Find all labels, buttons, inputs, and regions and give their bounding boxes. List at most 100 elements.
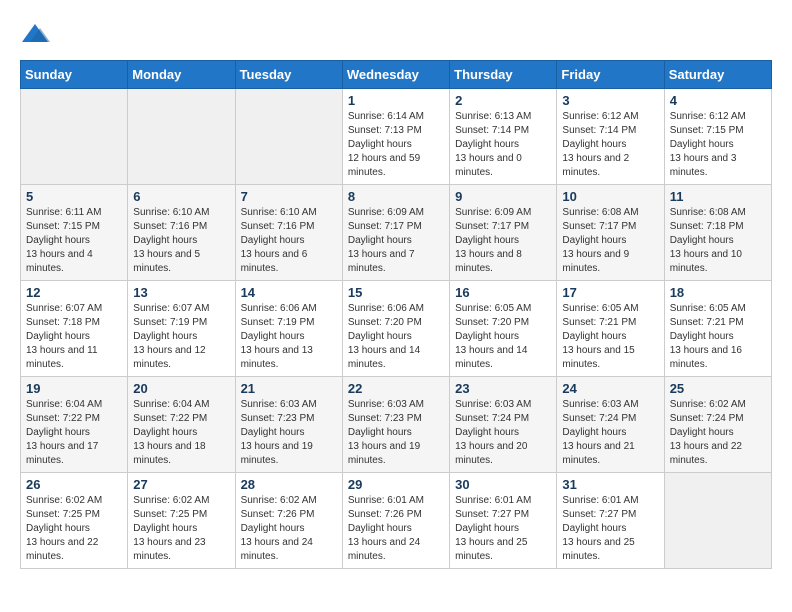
day-number: 13 [133, 285, 229, 300]
calendar-week-row: 1 Sunrise: 6:14 AMSunset: 7:13 PMDayligh… [21, 89, 772, 185]
calendar-cell: 19 Sunrise: 6:04 AMSunset: 7:22 PMDaylig… [21, 377, 128, 473]
calendar-week-row: 5 Sunrise: 6:11 AMSunset: 7:15 PMDayligh… [21, 185, 772, 281]
day-info: Sunrise: 6:08 AMSunset: 7:17 PMDaylight … [562, 207, 638, 274]
day-info: Sunrise: 6:02 AMSunset: 7:24 PMDaylight … [670, 399, 746, 466]
day-number: 17 [562, 285, 658, 300]
day-number: 8 [348, 189, 444, 204]
calendar-cell: 1 Sunrise: 6:14 AMSunset: 7:13 PMDayligh… [342, 89, 449, 185]
day-info: Sunrise: 6:05 AMSunset: 7:20 PMDaylight … [455, 303, 531, 370]
weekday-header: Friday [557, 61, 664, 89]
calendar-cell: 16 Sunrise: 6:05 AMSunset: 7:20 PMDaylig… [450, 281, 557, 377]
calendar-cell: 14 Sunrise: 6:06 AMSunset: 7:19 PMDaylig… [235, 281, 342, 377]
calendar-cell: 26 Sunrise: 6:02 AMSunset: 7:25 PMDaylig… [21, 473, 128, 569]
day-number: 18 [670, 285, 766, 300]
calendar-cell: 4 Sunrise: 6:12 AMSunset: 7:15 PMDayligh… [664, 89, 771, 185]
calendar-cell: 21 Sunrise: 6:03 AMSunset: 7:23 PMDaylig… [235, 377, 342, 473]
day-info: Sunrise: 6:07 AMSunset: 7:19 PMDaylight … [133, 303, 209, 370]
day-number: 28 [241, 477, 337, 492]
weekday-header: Wednesday [342, 61, 449, 89]
calendar-cell: 24 Sunrise: 6:03 AMSunset: 7:24 PMDaylig… [557, 377, 664, 473]
calendar-cell: 6 Sunrise: 6:10 AMSunset: 7:16 PMDayligh… [128, 185, 235, 281]
day-number: 9 [455, 189, 551, 204]
weekday-header: Tuesday [235, 61, 342, 89]
day-number: 1 [348, 93, 444, 108]
calendar-cell: 7 Sunrise: 6:10 AMSunset: 7:16 PMDayligh… [235, 185, 342, 281]
calendar-cell: 9 Sunrise: 6:09 AMSunset: 7:17 PMDayligh… [450, 185, 557, 281]
calendar-cell: 23 Sunrise: 6:03 AMSunset: 7:24 PMDaylig… [450, 377, 557, 473]
day-info: Sunrise: 6:06 AMSunset: 7:20 PMDaylight … [348, 303, 424, 370]
day-info: Sunrise: 6:03 AMSunset: 7:24 PMDaylight … [455, 399, 531, 466]
day-info: Sunrise: 6:09 AMSunset: 7:17 PMDaylight … [348, 207, 424, 274]
day-info: Sunrise: 6:03 AMSunset: 7:23 PMDaylight … [241, 399, 317, 466]
day-info: Sunrise: 6:02 AMSunset: 7:25 PMDaylight … [26, 495, 102, 562]
calendar-cell: 11 Sunrise: 6:08 AMSunset: 7:18 PMDaylig… [664, 185, 771, 281]
day-info: Sunrise: 6:10 AMSunset: 7:16 PMDaylight … [133, 207, 209, 274]
day-info: Sunrise: 6:04 AMSunset: 7:22 PMDaylight … [26, 399, 102, 466]
day-number: 20 [133, 381, 229, 396]
calendar-cell: 2 Sunrise: 6:13 AMSunset: 7:14 PMDayligh… [450, 89, 557, 185]
day-number: 26 [26, 477, 122, 492]
day-info: Sunrise: 6:03 AMSunset: 7:23 PMDaylight … [348, 399, 424, 466]
calendar-cell: 18 Sunrise: 6:05 AMSunset: 7:21 PMDaylig… [664, 281, 771, 377]
day-number: 5 [26, 189, 122, 204]
day-number: 2 [455, 93, 551, 108]
calendar-week-row: 12 Sunrise: 6:07 AMSunset: 7:18 PMDaylig… [21, 281, 772, 377]
calendar-week-row: 26 Sunrise: 6:02 AMSunset: 7:25 PMDaylig… [21, 473, 772, 569]
day-info: Sunrise: 6:06 AMSunset: 7:19 PMDaylight … [241, 303, 317, 370]
calendar-cell: 20 Sunrise: 6:04 AMSunset: 7:22 PMDaylig… [128, 377, 235, 473]
calendar-cell: 22 Sunrise: 6:03 AMSunset: 7:23 PMDaylig… [342, 377, 449, 473]
page-header [20, 20, 772, 50]
weekday-header: Sunday [21, 61, 128, 89]
day-number: 27 [133, 477, 229, 492]
weekday-header: Monday [128, 61, 235, 89]
day-info: Sunrise: 6:09 AMSunset: 7:17 PMDaylight … [455, 207, 531, 274]
calendar-week-row: 19 Sunrise: 6:04 AMSunset: 7:22 PMDaylig… [21, 377, 772, 473]
day-info: Sunrise: 6:01 AMSunset: 7:26 PMDaylight … [348, 495, 424, 562]
day-number: 16 [455, 285, 551, 300]
calendar-cell: 30 Sunrise: 6:01 AMSunset: 7:27 PMDaylig… [450, 473, 557, 569]
day-number: 15 [348, 285, 444, 300]
day-number: 10 [562, 189, 658, 204]
calendar-cell: 31 Sunrise: 6:01 AMSunset: 7:27 PMDaylig… [557, 473, 664, 569]
day-info: Sunrise: 6:03 AMSunset: 7:24 PMDaylight … [562, 399, 638, 466]
day-number: 24 [562, 381, 658, 396]
calendar-table: SundayMondayTuesdayWednesdayThursdayFrid… [20, 60, 772, 569]
logo-icon [20, 20, 50, 50]
day-number: 23 [455, 381, 551, 396]
day-number: 3 [562, 93, 658, 108]
day-number: 6 [133, 189, 229, 204]
day-info: Sunrise: 6:02 AMSunset: 7:26 PMDaylight … [241, 495, 317, 562]
day-info: Sunrise: 6:05 AMSunset: 7:21 PMDaylight … [562, 303, 638, 370]
day-number: 14 [241, 285, 337, 300]
calendar-cell: 8 Sunrise: 6:09 AMSunset: 7:17 PMDayligh… [342, 185, 449, 281]
day-number: 29 [348, 477, 444, 492]
calendar-cell: 29 Sunrise: 6:01 AMSunset: 7:26 PMDaylig… [342, 473, 449, 569]
calendar-cell [235, 89, 342, 185]
day-number: 19 [26, 381, 122, 396]
day-info: Sunrise: 6:02 AMSunset: 7:25 PMDaylight … [133, 495, 209, 562]
calendar-cell [128, 89, 235, 185]
day-info: Sunrise: 6:01 AMSunset: 7:27 PMDaylight … [455, 495, 531, 562]
calendar-cell: 27 Sunrise: 6:02 AMSunset: 7:25 PMDaylig… [128, 473, 235, 569]
weekday-header-row: SundayMondayTuesdayWednesdayThursdayFrid… [21, 61, 772, 89]
calendar-cell: 28 Sunrise: 6:02 AMSunset: 7:26 PMDaylig… [235, 473, 342, 569]
day-number: 11 [670, 189, 766, 204]
day-number: 25 [670, 381, 766, 396]
calendar-cell: 10 Sunrise: 6:08 AMSunset: 7:17 PMDaylig… [557, 185, 664, 281]
day-number: 22 [348, 381, 444, 396]
day-info: Sunrise: 6:13 AMSunset: 7:14 PMDaylight … [455, 111, 531, 178]
calendar-cell: 5 Sunrise: 6:11 AMSunset: 7:15 PMDayligh… [21, 185, 128, 281]
day-number: 7 [241, 189, 337, 204]
day-number: 4 [670, 93, 766, 108]
day-number: 12 [26, 285, 122, 300]
calendar-cell [664, 473, 771, 569]
calendar-cell: 13 Sunrise: 6:07 AMSunset: 7:19 PMDaylig… [128, 281, 235, 377]
day-info: Sunrise: 6:14 AMSunset: 7:13 PMDaylight … [348, 111, 424, 178]
calendar-cell: 12 Sunrise: 6:07 AMSunset: 7:18 PMDaylig… [21, 281, 128, 377]
day-info: Sunrise: 6:04 AMSunset: 7:22 PMDaylight … [133, 399, 209, 466]
calendar-cell: 25 Sunrise: 6:02 AMSunset: 7:24 PMDaylig… [664, 377, 771, 473]
calendar-cell: 3 Sunrise: 6:12 AMSunset: 7:14 PMDayligh… [557, 89, 664, 185]
weekday-header: Saturday [664, 61, 771, 89]
day-number: 31 [562, 477, 658, 492]
calendar-cell: 17 Sunrise: 6:05 AMSunset: 7:21 PMDaylig… [557, 281, 664, 377]
